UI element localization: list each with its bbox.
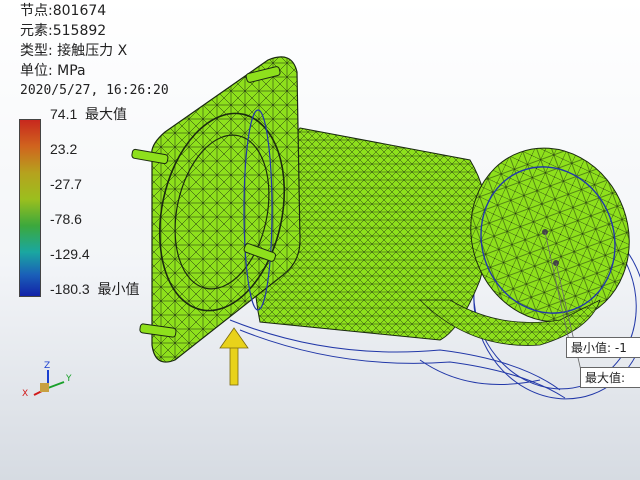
timestamp: 2020/5/27, 16:26:20 bbox=[20, 83, 169, 98]
unit-label: 单位: MPa bbox=[20, 63, 86, 79]
legend-tick: -27.7 bbox=[50, 176, 82, 192]
load-arrow-icon bbox=[219, 327, 249, 386]
max-value-tooltip[interactable]: 最大值: bbox=[580, 367, 640, 388]
element-readout: 元素:515892 bbox=[20, 23, 107, 39]
color-legend-bar bbox=[19, 119, 41, 297]
legend-tick: -129.4 bbox=[50, 246, 90, 262]
axis-y-label: Y bbox=[66, 374, 72, 384]
axis-triad-icon bbox=[33, 370, 65, 396]
result-type: 类型: 接触压力 X bbox=[20, 43, 128, 59]
model-viewport[interactable] bbox=[0, 0, 640, 480]
legend-tick-max: 74.1 最大值 bbox=[50, 106, 128, 122]
min-value-tooltip[interactable]: 最小值: -1 bbox=[566, 337, 640, 358]
node-readout: 节点:801674 bbox=[20, 3, 107, 19]
legend-tick-min: -180.3 最小值 bbox=[50, 281, 140, 297]
axis-x-label: X bbox=[22, 389, 29, 399]
legend-tick: -78.6 bbox=[50, 211, 82, 227]
legend-tick: 23.2 bbox=[50, 141, 78, 157]
axis-z-label: Z bbox=[44, 361, 51, 371]
